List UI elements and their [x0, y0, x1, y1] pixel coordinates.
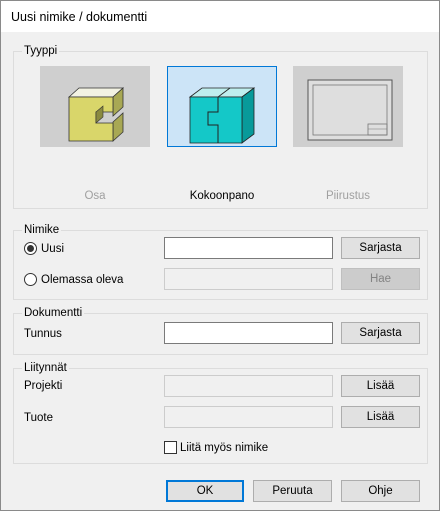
- part-icon: [67, 87, 125, 142]
- existing-item-radio[interactable]: [24, 273, 37, 286]
- drawing-icon: [307, 79, 393, 141]
- type-option-part[interactable]: [40, 66, 150, 147]
- type-option-drawing[interactable]: [293, 66, 403, 147]
- project-add-button[interactable]: Lisää: [341, 375, 420, 397]
- attach-item-checkbox[interactable]: [164, 441, 177, 454]
- existing-item-radio-label[interactable]: Olemassa oleva: [41, 273, 123, 287]
- new-item-name-input[interactable]: [164, 237, 333, 259]
- new-item-radio[interactable]: [24, 242, 37, 255]
- type-group-title: Tyyppi: [22, 44, 60, 58]
- attachments-group-title: Liitynnät: [22, 361, 69, 375]
- search-button: Hae: [341, 268, 420, 290]
- attach-item-checkbox-label[interactable]: Liitä myös nimike: [180, 441, 268, 455]
- help-button[interactable]: Ohje: [341, 480, 420, 502]
- item-group-title: Nimike: [22, 223, 62, 237]
- item-series-button[interactable]: Sarjasta: [341, 237, 420, 259]
- new-item-dialog: Uusi nimike / dokumentti Tyyppi Osa Koko…: [0, 0, 440, 511]
- document-id-label: Tunnus: [24, 328, 62, 340]
- document-group-title: Dokumentti: [22, 306, 85, 320]
- document-id-input[interactable]: [164, 322, 333, 344]
- product-input: [164, 406, 333, 428]
- ok-button[interactable]: OK: [166, 480, 244, 502]
- product-add-button[interactable]: Lisää: [341, 406, 420, 428]
- project-label: Projekti: [24, 380, 63, 392]
- assembly-icon: [188, 87, 256, 144]
- title-bar: Uusi nimike / dokumentti: [1, 1, 439, 32]
- type-option-drawing-label: Piirustus: [325, 190, 371, 202]
- product-label: Tuote: [24, 412, 53, 424]
- project-input: [164, 375, 333, 397]
- type-option-assembly-label: Kokoonpano: [189, 190, 255, 202]
- dialog-title: Uusi nimike / dokumentti: [11, 9, 148, 24]
- type-option-part-label: Osa: [84, 190, 106, 202]
- type-option-assembly[interactable]: [167, 66, 277, 147]
- existing-item-input: [164, 268, 333, 290]
- new-item-radio-label[interactable]: Uusi: [41, 242, 64, 256]
- document-series-button[interactable]: Sarjasta: [341, 322, 420, 344]
- cancel-button[interactable]: Peruuta: [253, 480, 332, 502]
